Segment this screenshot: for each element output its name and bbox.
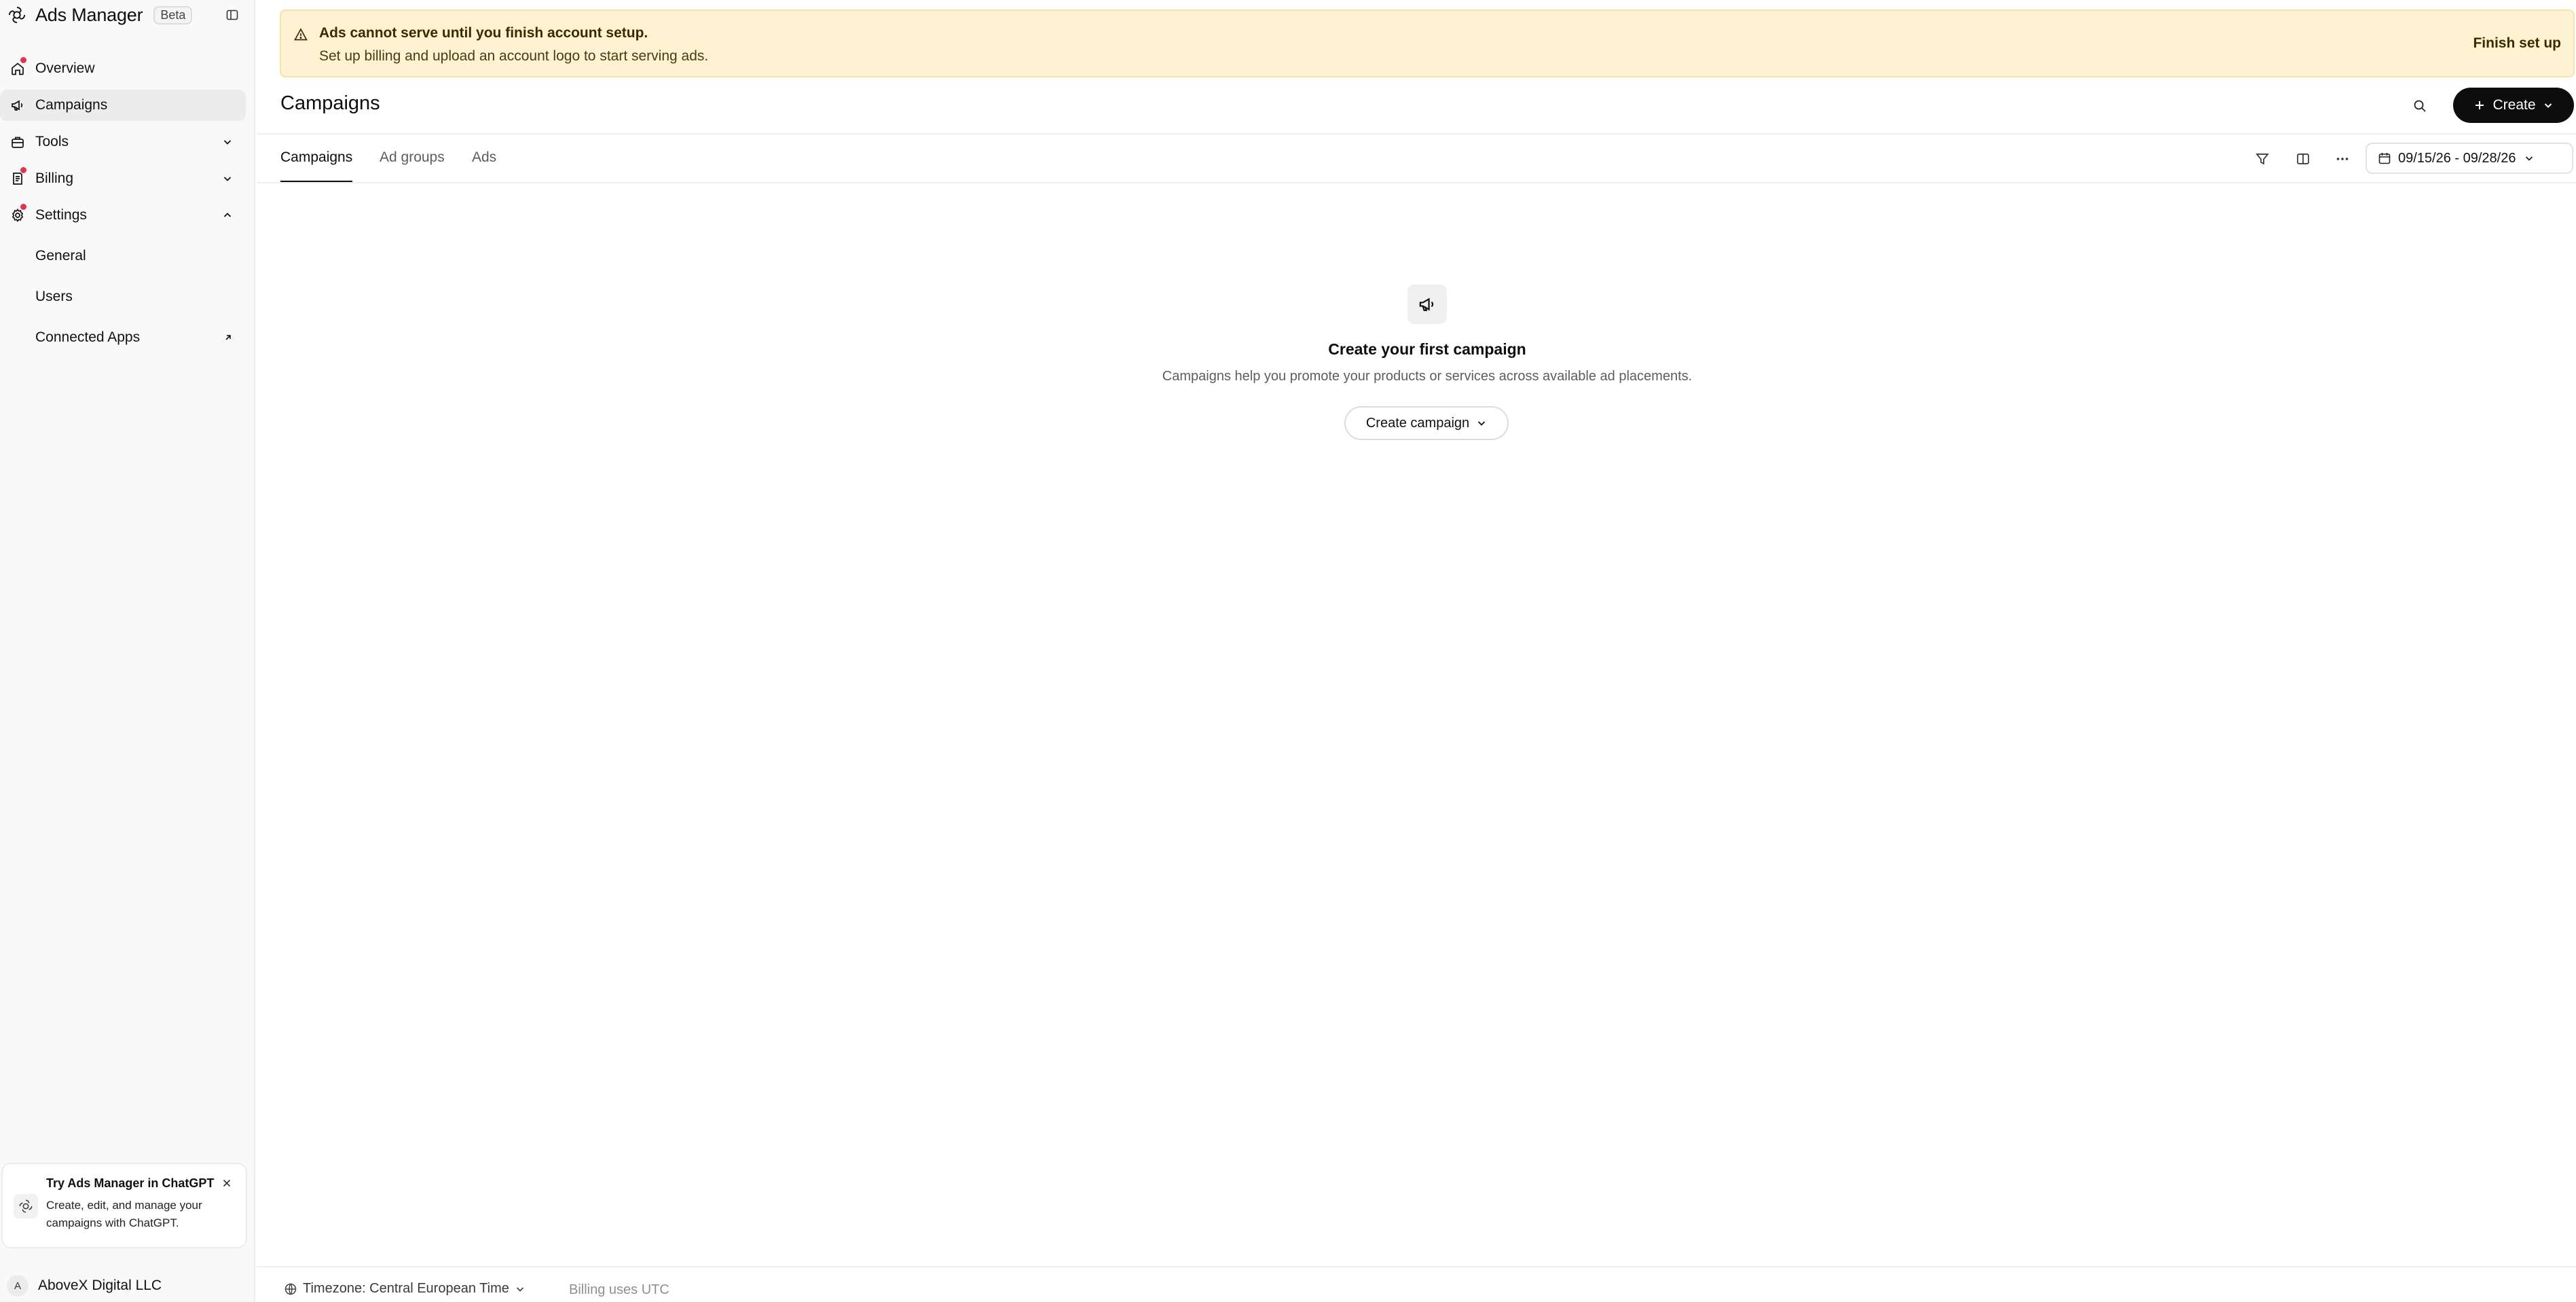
create-campaign-label: Create campaign [1365,415,1470,431]
chevron-down-icon [2524,153,2535,164]
page-title: Campaigns [280,92,380,114]
megaphone-icon [0,90,35,121]
chevron-down-icon [515,1284,526,1295]
create-campaign-button[interactable]: Create campaign [1344,406,1509,440]
brand-header: Ads Manager Beta [5,0,250,30]
timezone-label: Timezone: Central European Time [303,1281,509,1296]
sidebar-item-overview[interactable]: Overview [0,53,246,84]
notification-dot [20,57,26,63]
date-range-picker[interactable]: 09/15/26 - 09/28/26 [2366,143,2573,174]
banner-subtitle: Set up billing and upload an account log… [319,48,709,64]
openai-logo-icon [5,3,29,26]
tab-ads[interactable]: Ads [472,149,496,182]
external-link-icon [221,331,235,344]
filter-icon[interactable] [2250,147,2275,171]
plus-icon [2473,99,2486,111]
chatgpt-logo-icon [14,1194,38,1218]
beta-badge: Beta [153,5,193,24]
setup-warning-banner: Ads cannot serve until you finish accoun… [280,10,2575,77]
briefcase-icon [0,126,35,158]
empty-state-subtitle: Campaigns help you promote your products… [1162,369,1693,384]
sidebar-item-label: Settings [35,207,87,223]
sidebar: Ads Manager Beta Overview Campaigns Tool… [0,0,255,1302]
timezone-selector[interactable]: Timezone: Central European Time [284,1281,526,1297]
tab-ad-groups[interactable]: Ad groups [380,149,445,182]
sidebar-item-tools[interactable]: Tools [0,126,246,158]
avatar: A [7,1275,29,1297]
chatgpt-promo-card: Try Ads Manager in ChatGPT Create, edit,… [1,1163,247,1248]
promo-body: Create, edit, and manage your campaigns … [46,1199,202,1229]
notification-dot [20,204,26,210]
sidebar-subitem-label: Users [35,289,73,304]
chevron-down-icon [2543,100,2554,111]
app-root: Ads Manager Beta Overview Campaigns Tool… [0,0,2576,1302]
search-icon[interactable] [2408,94,2432,118]
sidebar-item-label: Campaigns [35,97,108,113]
sidebar-subitem-general[interactable]: General [0,240,246,272]
app-title: Ads Manager [35,4,143,25]
sidebar-subitem-users[interactable]: Users [0,281,246,312]
tab-campaigns[interactable]: Campaigns [280,149,353,183]
sidebar-subitem-label: General [35,248,86,264]
chevron-down-icon [220,134,235,149]
home-icon [0,53,35,84]
empty-state-title: Create your first campaign [1328,340,1526,358]
sidebar-item-label: Overview [35,60,95,76]
footer-divider [257,1266,2576,1267]
billing-timezone-note: Billing uses UTC [569,1282,669,1297]
banner-title: Ads cannot serve until you finish accoun… [319,25,648,41]
sidebar-toggle-icon[interactable] [223,5,242,24]
chevron-down-icon [1476,418,1487,429]
create-button-label: Create [2492,97,2536,113]
sidebar-item-billing[interactable]: Billing [0,163,246,194]
create-button[interactable]: Create [2453,88,2574,123]
sidebar-subitem-label: Connected Apps [35,329,141,345]
sidebar-item-label: Billing [35,170,74,186]
close-icon[interactable] [219,1175,235,1191]
globe-icon [284,1282,297,1296]
receipt-icon [0,163,35,194]
sidebar-item-settings[interactable]: Settings [0,200,246,231]
notification-dot [20,167,26,173]
gear-icon [0,200,35,231]
columns-icon[interactable] [2291,147,2315,171]
sidebar-subitem-connected-apps[interactable]: Connected Apps [0,322,246,353]
date-range-label: 09/15/26 - 09/28/26 [2398,150,2516,166]
finish-setup-link[interactable]: Finish set up [2473,35,2561,52]
chevron-up-icon [220,208,235,223]
account-name: AboveX Digital LLC [38,1278,162,1293]
account-switcher[interactable]: A AboveX Digital LLC [0,1270,246,1301]
sidebar-item-campaigns[interactable]: Campaigns [0,90,246,121]
chevron-down-icon [220,171,235,186]
promo-title: Try Ads Manager in ChatGPT [46,1176,215,1190]
warning-icon [292,26,310,43]
header-divider [257,133,2576,134]
calendar-icon [2378,151,2391,165]
tabs-divider [257,182,2576,183]
sidebar-item-label: Tools [35,134,69,149]
megaphone-icon [1407,285,1447,324]
more-options-icon[interactable] [2330,147,2355,171]
